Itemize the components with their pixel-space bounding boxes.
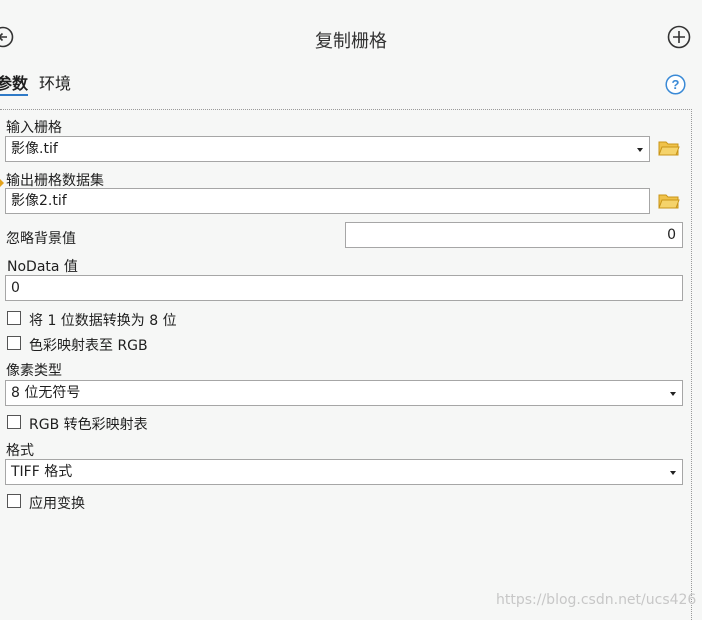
output-dataset-label: 输出栅格数据集 bbox=[6, 173, 104, 189]
format-dropdown[interactable]: TIFF 格式 bbox=[5, 459, 683, 485]
nodata-input[interactable]: 0 bbox=[5, 275, 683, 301]
apply-transform-checkbox[interactable] bbox=[7, 494, 21, 508]
svg-text:?: ? bbox=[672, 77, 680, 92]
convert-1bit-label: 将 1 位数据转换为 8 位 bbox=[29, 313, 177, 329]
input-raster-label: 输入栅格 bbox=[6, 120, 62, 136]
top-cropped-strip bbox=[0, 0, 58, 4]
rgb-to-colormap-label: RGB 转色彩映射表 bbox=[29, 417, 148, 433]
colormap-to-rgb-checkbox[interactable] bbox=[7, 336, 21, 350]
colormap-to-rgb-label: 色彩映射表至 RGB bbox=[29, 338, 148, 354]
help-question-icon[interactable]: ? bbox=[665, 74, 686, 95]
input-raster-value: 影像.tif bbox=[11, 141, 58, 157]
dropdown-caret-icon bbox=[670, 471, 676, 475]
apply-transform-label: 应用变换 bbox=[29, 496, 85, 512]
tab-environments[interactable]: 环境 bbox=[39, 70, 71, 94]
panel-border bbox=[0, 109, 692, 110]
active-tab-underline bbox=[0, 94, 29, 96]
browse-folder-icon[interactable] bbox=[658, 192, 680, 210]
nodata-label: NoData 值 bbox=[7, 259, 78, 275]
watermark-text: https://blog.csdn.net/ucs426 bbox=[496, 592, 697, 608]
output-dataset-input[interactable]: 影像2.tif bbox=[5, 188, 650, 214]
input-raster-dropdown[interactable]: 影像.tif bbox=[5, 136, 650, 162]
tool-title: 复制栅格 bbox=[315, 31, 387, 52]
dropdown-caret-icon bbox=[637, 148, 643, 152]
tool-header: 复制栅格 bbox=[0, 18, 702, 58]
required-field-marker bbox=[0, 179, 4, 187]
pixel-type-value: 8 位无符号 bbox=[11, 385, 81, 401]
format-label: 格式 bbox=[6, 443, 34, 459]
pixel-type-dropdown[interactable]: 8 位无符号 bbox=[5, 380, 683, 406]
panel-scroll-edge bbox=[691, 109, 692, 620]
tab-parameters[interactable]: 参数 bbox=[0, 70, 29, 96]
ignore-background-label: 忽略背景值 bbox=[6, 231, 76, 247]
pixel-type-label: 像素类型 bbox=[6, 363, 62, 379]
add-plus-icon[interactable] bbox=[667, 25, 691, 49]
dropdown-caret-icon bbox=[670, 392, 676, 396]
tab-parameters-label: 参数 bbox=[0, 74, 29, 93]
rgb-to-colormap-checkbox[interactable] bbox=[7, 415, 21, 429]
ignore-background-input[interactable]: 0 bbox=[345, 222, 683, 248]
format-value: TIFF 格式 bbox=[11, 464, 73, 480]
convert-1bit-checkbox[interactable] bbox=[7, 311, 21, 325]
browse-folder-icon[interactable] bbox=[658, 139, 680, 157]
